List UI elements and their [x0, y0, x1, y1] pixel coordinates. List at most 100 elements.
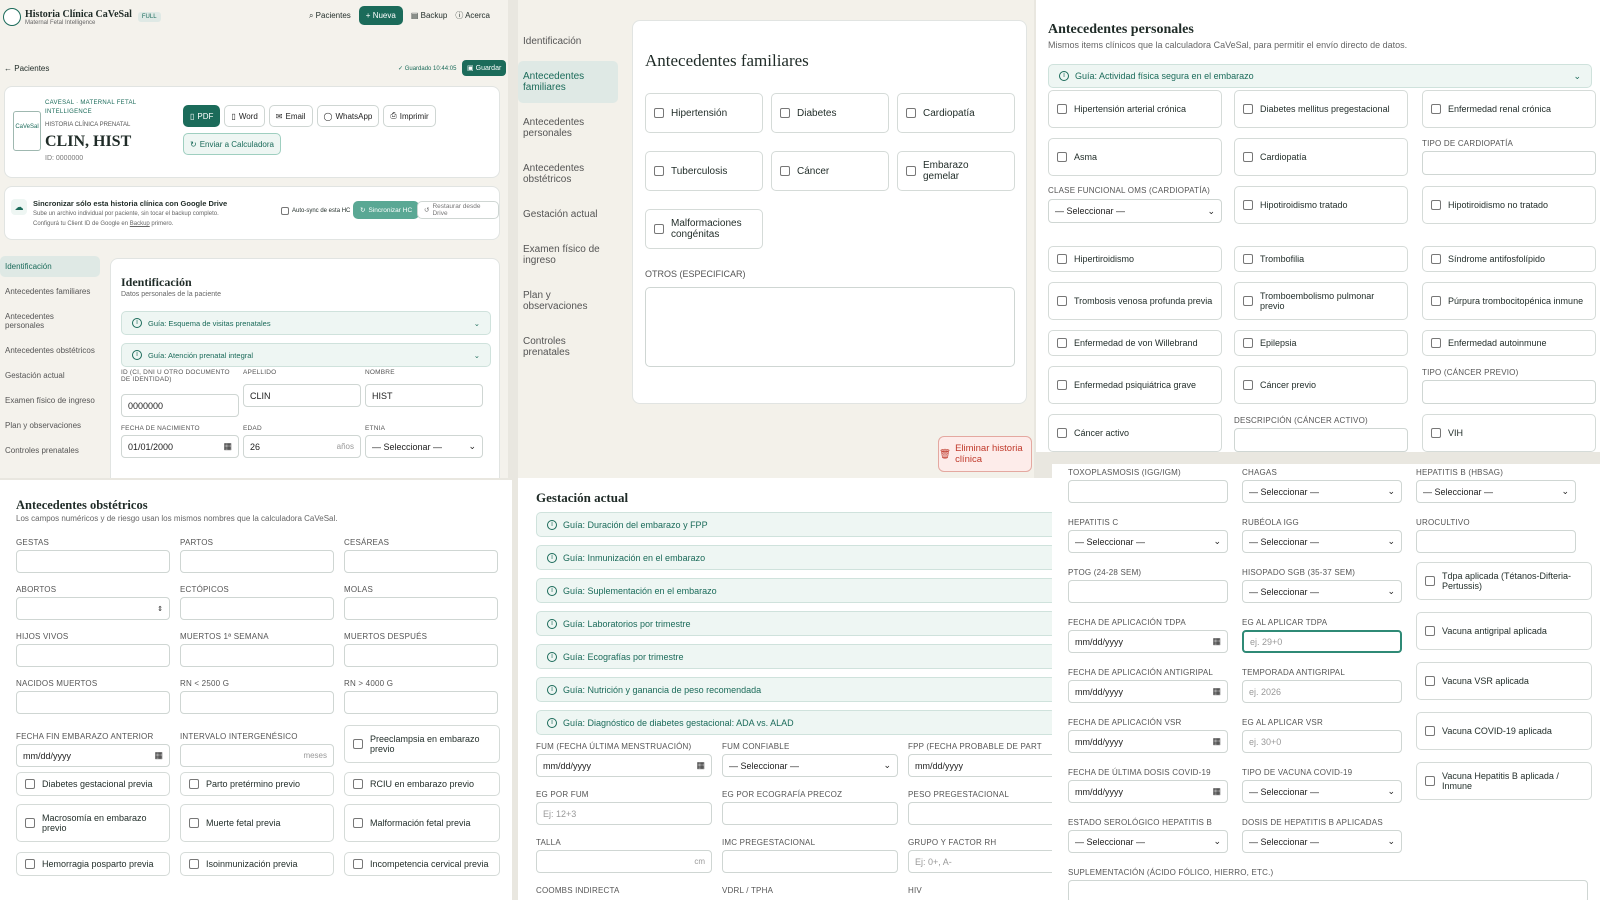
sidebar-item-antecedentes-personales[interactable]: Antecedentes personales [0, 306, 100, 336]
print-button[interactable]: ⎙ Imprimir [383, 105, 436, 127]
sidebar-item-controles[interactable]: Controles prenatales [518, 326, 618, 368]
nav-acerca[interactable]: ⓘ Acerca [455, 10, 490, 21]
email-button[interactable]: ✉ Email [268, 105, 313, 127]
nombre-input[interactable]: HIST [365, 384, 483, 407]
guide-actividad-fisica[interactable]: i Guía: Actividad física segura en el emb… [1048, 64, 1592, 88]
send-calculator-button[interactable]: ↻ Enviar a Calculadora [183, 133, 281, 155]
urocultivo-input[interactable] [1416, 530, 1576, 553]
tipo-cardio-input[interactable] [1422, 151, 1596, 175]
fpp-input[interactable]: mm/dd/yyyy [908, 754, 1052, 777]
sidebar-item-gestacion-actual[interactable]: Gestación actual [0, 365, 100, 386]
chk-embarazo-gemelar[interactable]: Embarazo gemelar [897, 151, 1015, 191]
chk-isoinmunizacion[interactable]: Isoinmunización previa [180, 852, 334, 876]
fnac-input[interactable]: 01/01/2000 ▦ [121, 435, 239, 458]
chk-epilepsia[interactable]: Epilepsia [1234, 330, 1408, 356]
autosync-checkbox[interactable] [281, 207, 289, 215]
chk-muerte-fetal[interactable]: Muerte fetal previa [180, 804, 334, 842]
eg-fum-input[interactable]: Ej: 12+3 [536, 802, 712, 825]
autosync-toggle[interactable]: Auto-sync de esta HC [281, 207, 350, 215]
eg-eco-input[interactable] [722, 802, 898, 825]
molas-input[interactable] [344, 597, 498, 620]
temporada-input[interactable]: ej. 2026 [1242, 680, 1402, 703]
chk-cancer[interactable]: Cáncer [771, 151, 889, 191]
sidebar-item-plan[interactable]: Plan y observaciones [518, 280, 618, 322]
chk-psiquiatrica[interactable]: Enfermedad psiquiátrica grave [1048, 366, 1222, 404]
nav-backup[interactable]: ▤ Backup [411, 11, 447, 20]
fecha-antigripal-input[interactable]: mm/dd/yyyy ▦ [1068, 680, 1228, 703]
fecha-fin-input[interactable]: mm/dd/yyyy ▦ [16, 744, 170, 767]
chk-trombofilia[interactable]: Trombofilia [1234, 246, 1408, 272]
chk-hipotiroidismo-tratado[interactable]: Hipotiroidismo tratado [1234, 186, 1408, 224]
apellido-input[interactable]: CLIN [243, 384, 361, 407]
talla-input[interactable]: cm [536, 850, 712, 873]
chk-macrosomia[interactable]: Macrosomía en embarazo previo [16, 804, 170, 842]
chk-parto-pretermino[interactable]: Parto pretérmino previo [180, 772, 334, 796]
clase-funcional-select[interactable]: — Seleccionar — ⌄ [1048, 199, 1222, 223]
nueva-button[interactable]: + Nueva [358, 6, 403, 25]
pdf-button[interactable]: ▯ PDF [183, 105, 221, 127]
fum-input[interactable]: mm/dd/yyyy ▦ [536, 754, 712, 777]
guide-inmunizacion[interactable]: i Guía: Inmunización en el embarazo [536, 545, 1052, 570]
desc-cancer-input[interactable] [1234, 428, 1408, 452]
chk-cancer-activo[interactable]: Cáncer activo [1048, 414, 1222, 452]
chk-autoinmune[interactable]: Enfermedad autoinmune [1422, 330, 1596, 356]
save-button[interactable]: ▣ Guardar [462, 60, 507, 76]
rn-mayor-input[interactable] [344, 691, 498, 714]
guide-suplementacion[interactable]: i Guía: Suplementación en el embarazo [536, 578, 1052, 603]
whatsapp-button[interactable]: ◯ WhatsApp [316, 105, 380, 127]
chk-tuberculosis[interactable]: Tuberculosis [645, 151, 763, 191]
imc-input[interactable] [722, 850, 898, 873]
eg-vsr-input[interactable]: ej. 30+0 [1242, 730, 1402, 753]
toxo-input[interactable] [1068, 480, 1228, 503]
eg-tdpa-input[interactable]: ej. 29+0 [1242, 630, 1402, 653]
chk-renal-cronica[interactable]: Enfermedad renal crónica [1422, 90, 1596, 128]
guide-laboratorios[interactable]: i Guía: Laboratorios por trimestre [536, 611, 1052, 636]
id-input[interactable]: 0000000 [121, 394, 239, 417]
chk-vih[interactable]: VIH [1422, 414, 1596, 452]
partos-input[interactable] [180, 550, 334, 573]
chk-pti[interactable]: Púrpura trombocitopénica inmune [1422, 282, 1596, 320]
chk-cardiopatia[interactable]: Cardiopatía [1234, 138, 1408, 176]
chk-rciu[interactable]: RCIU en embarazo previo [344, 772, 500, 796]
sync-hc-button[interactable]: ↻ Sincronizar HC [353, 201, 420, 219]
sidebar-item-identificacion[interactable]: Identificación [0, 256, 100, 277]
chk-incompetencia-cervical[interactable]: Incompetencia cervical previa [344, 852, 500, 876]
sidebar-item-controles[interactable]: Controles prenatales [0, 440, 100, 461]
chk-cardiopatia[interactable]: Cardiopatía [897, 93, 1015, 133]
guide-nutricion[interactable]: i Guía: Nutrición y ganancia de peso reco… [536, 677, 1052, 702]
chk-hemorragia-posparto[interactable]: Hemorragia posparto previa [16, 852, 170, 876]
abortos-input[interactable]: ⇕ [16, 597, 170, 620]
hepb-select[interactable]: — Seleccionar — ⌄ [1416, 480, 1576, 503]
fecha-vsr-input[interactable]: mm/dd/yyyy ▦ [1068, 730, 1228, 753]
sidebar-item-examen-fisico[interactable]: Examen físico de ingreso [0, 390, 100, 411]
chk-von-willebrand[interactable]: Enfermedad de von Willebrand [1048, 330, 1222, 356]
delete-record-button[interactable]: 🗑 Eliminar historia clínica [938, 436, 1032, 472]
chk-hipertiroidismo[interactable]: Hipertiroidismo [1048, 246, 1222, 272]
chk-hepb-vacuna[interactable]: Vacuna Hepatitis B aplicada / Inmune [1416, 762, 1592, 800]
chk-asma[interactable]: Asma [1048, 138, 1222, 176]
estado-hb-select[interactable]: — Seleccionar — ⌄ [1068, 830, 1228, 853]
chk-tep-previo[interactable]: Tromboembolismo pulmonar previo [1234, 282, 1408, 320]
sidebar-item-antecedentes-obstetricos[interactable]: Antecedentes obstétricos [518, 153, 618, 195]
suplementacion-input[interactable] [1068, 880, 1588, 900]
sidebar-item-antecedentes-familiares[interactable]: Antecedentes familiares [0, 281, 100, 302]
hepc-select[interactable]: — Seleccionar — ⌄ [1068, 530, 1228, 553]
sgb-select[interactable]: — Seleccionar — ⌄ [1242, 580, 1402, 603]
etnia-select[interactable]: — Seleccionar — ⌄ [365, 435, 483, 458]
ectopicos-input[interactable] [180, 597, 334, 620]
app-logo[interactable] [3, 8, 21, 26]
intervalo-input[interactable]: meses [180, 744, 334, 767]
rn-menor-input[interactable] [180, 691, 334, 714]
peso-input[interactable] [908, 802, 1052, 825]
chk-diabetes[interactable]: Diabetes [771, 93, 889, 133]
chk-cancer-previo[interactable]: Cáncer previo [1234, 366, 1408, 404]
muertos-despues-input[interactable] [344, 644, 498, 667]
edad-input[interactable]: 26 años [243, 435, 361, 458]
backup-link[interactable]: Backup [130, 221, 150, 227]
chagas-select[interactable]: — Seleccionar — ⌄ [1242, 480, 1402, 503]
tipo-covid-select[interactable]: — Seleccionar — ⌄ [1242, 780, 1402, 803]
chk-covid[interactable]: Vacuna COVID-19 aplicada [1416, 712, 1592, 750]
chk-tdpa[interactable]: Tdpa aplicada (Tétanos-Difteria-Pertussi… [1416, 562, 1592, 600]
tipo-cancer-input[interactable] [1422, 380, 1596, 404]
sidebar-item-antecedentes-obstetricos[interactable]: Antecedentes obstétricos [0, 340, 100, 361]
